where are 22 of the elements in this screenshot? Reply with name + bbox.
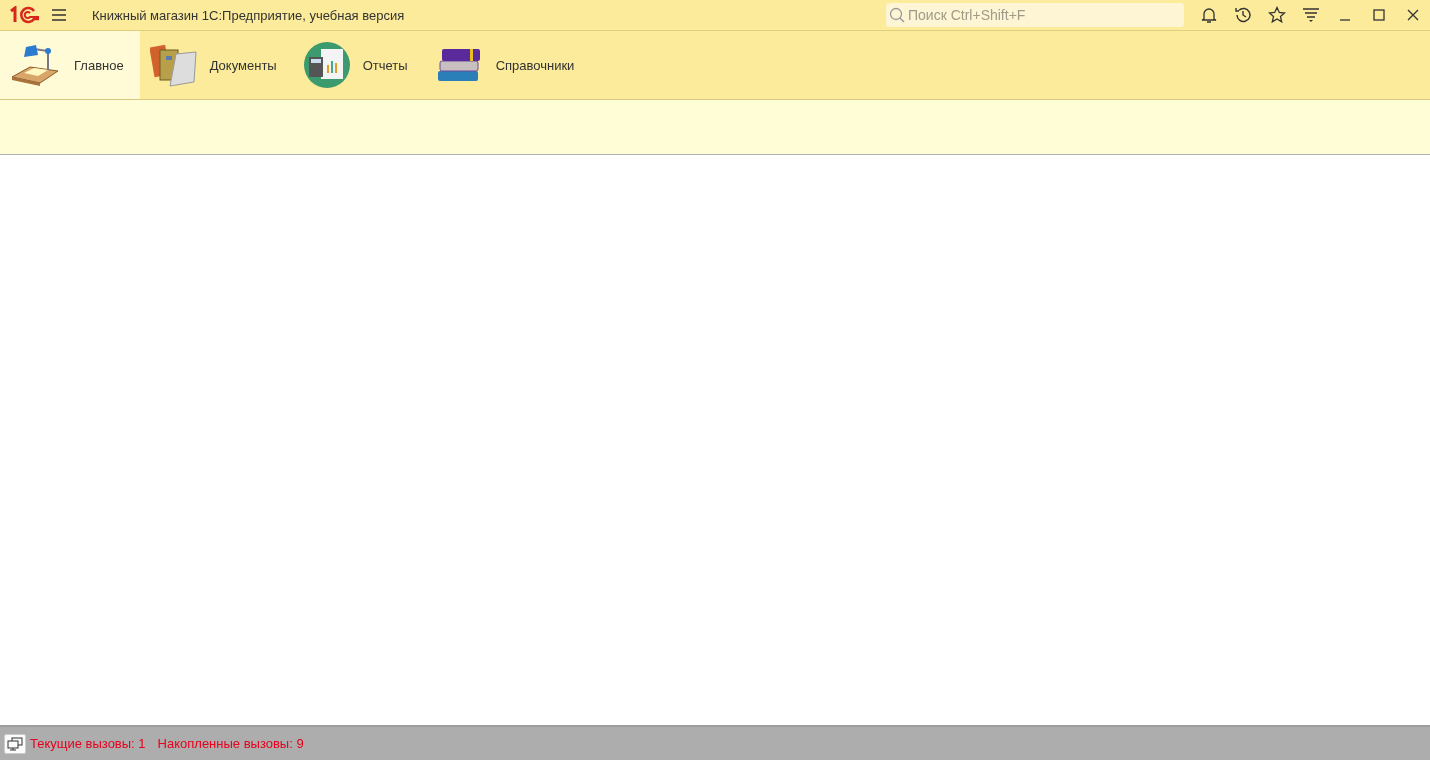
search-icon: [889, 7, 905, 23]
calculator-report-icon: [302, 41, 351, 89]
logo-icon: [8, 6, 40, 24]
section-tab[interactable]: Справочники: [423, 31, 591, 99]
menu-icon: [52, 9, 66, 21]
status-text: Накопленные вызовы: 9: [157, 736, 304, 751]
minimize-icon: [1339, 19, 1351, 21]
history-icon: [1234, 6, 1252, 24]
close-icon: [1407, 9, 1419, 21]
books-and-folder-icon: [149, 42, 198, 88]
search-field[interactable]: Поиск Ctrl+Shift+F: [886, 3, 1184, 27]
section-tab[interactable]: Отчеты: [292, 31, 424, 99]
window-title: Книжный магазин 1С:Предприятие, учебная версия: [92, 7, 405, 23]
star-icon: [1268, 6, 1286, 24]
section-tab[interactable]: Главное: [0, 31, 140, 99]
windows-icon: [7, 736, 23, 751]
maximize-icon: [1373, 9, 1385, 21]
status-text: Текущие вызовы: 1: [30, 736, 146, 751]
bell-icon: [1201, 6, 1217, 24]
windows-button[interactable]: [4, 733, 26, 754]
list-dropdown-icon: [1303, 7, 1319, 23]
section-tab[interactable]: Документы: [139, 31, 293, 99]
